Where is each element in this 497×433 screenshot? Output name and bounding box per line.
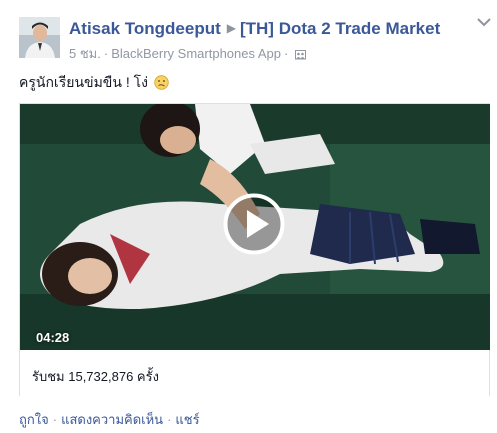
post-header: Atisak Tongdeeput ▶ [TH] Dota 2 Trade Mark…: [69, 19, 440, 39]
share-link[interactable]: แชร์: [175, 412, 199, 427]
post-actions: ถูกใจ · แสดงความคิดเห็น · แชร์: [19, 409, 200, 430]
like-link[interactable]: ถูกใจ: [19, 412, 49, 427]
action-separator: ·: [167, 412, 172, 427]
group-audience-icon[interactable]: [295, 49, 307, 60]
feed-post: Atisak Tongdeeput ▶ [TH] Dota 2 Trade Mark…: [0, 0, 497, 433]
video-attachment: 04:28 รับชม 15,732,876 ครั้ง: [19, 103, 490, 396]
meta-separator: ·: [103, 46, 109, 61]
meta-separator: ·: [284, 46, 289, 61]
comment-link[interactable]: แสดงความคิดเห็น: [61, 412, 163, 427]
post-message-text: ครูนักเรียนข่มขืน ! โง่: [19, 74, 148, 90]
post-timestamp[interactable]: 5 ชม.: [69, 46, 101, 61]
author-avatar[interactable]: [19, 17, 60, 58]
avatar-photo: [19, 17, 60, 58]
post-message: ครูนักเรียนข่มขืน ! โง่: [19, 72, 169, 94]
video-player[interactable]: 04:28: [20, 104, 490, 350]
author-name-link[interactable]: Atisak Tongdeeput: [69, 19, 221, 38]
post-meta: 5 ชม. · BlackBerry Smartphones App ·: [69, 43, 307, 64]
play-button-icon[interactable]: [223, 193, 285, 255]
confused-face-icon: [154, 75, 169, 90]
video-duration: 04:28: [36, 330, 70, 345]
post-options-chevron-icon[interactable]: [477, 17, 491, 27]
group-name-link[interactable]: [TH] Dota 2 Trade Market: [240, 19, 440, 38]
video-view-count: รับชม 15,732,876 ครั้ง: [32, 369, 159, 384]
shared-to-arrow-icon: ▶: [226, 21, 236, 35]
post-source: BlackBerry Smartphones App: [111, 46, 282, 61]
action-separator: ·: [52, 412, 58, 427]
